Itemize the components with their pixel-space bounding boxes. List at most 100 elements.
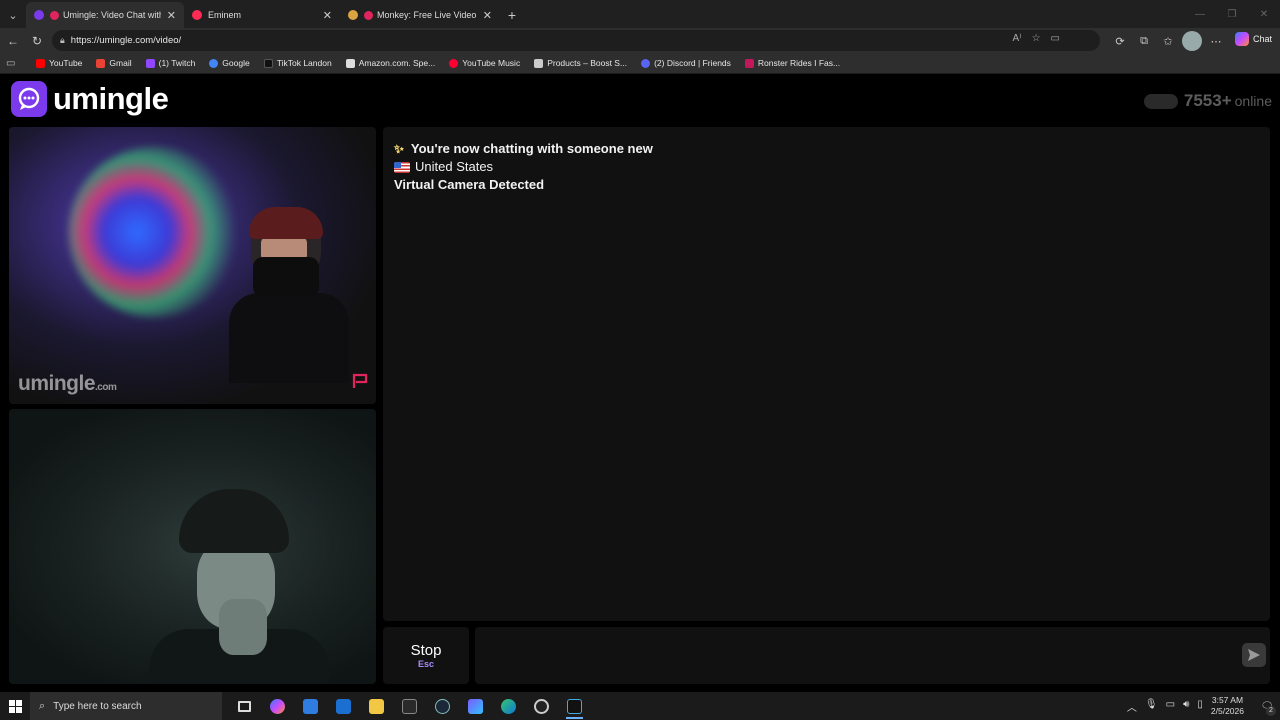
umingle-page: umingle 7553+ online umingle.com ✨︎ You'…	[0, 75, 1280, 687]
epic-games-icon	[402, 698, 417, 714]
tab-strip: ⌄ Umingle: Video Chat with Stra ✕ Eminem…	[0, 0, 1280, 28]
message-input[interactable]	[475, 627, 1270, 684]
maximize-icon[interactable]: ❐	[1216, 0, 1248, 28]
report-flag-icon[interactable]	[352, 373, 370, 394]
bookmark-label: Gmail	[109, 58, 132, 68]
chat-message: Virtual Camera Detected	[394, 177, 545, 192]
stop-button[interactable]: Stop Esc	[383, 627, 469, 684]
recording-indicator-icon	[364, 10, 373, 20]
battery-icon[interactable]: ▯	[1197, 699, 1203, 714]
refresh-button[interactable]: ↻	[26, 30, 48, 52]
copilot-icon	[1234, 32, 1249, 46]
taskbar-clock[interactable]: 3:57 AM 2/5/2026	[1211, 695, 1244, 717]
bookmark-google[interactable]: Google	[209, 58, 250, 68]
self-video	[9, 409, 376, 684]
tab-eminem[interactable]: Eminem ✕	[184, 2, 340, 28]
bookmark-youtube-music[interactable]: YouTube Music	[449, 58, 520, 68]
bookmark-label: TikTok Landon	[276, 58, 332, 68]
amazon-icon	[345, 58, 355, 68]
address-bar-row: ← ↻ 🔒︎ https://umingle.com/video/ A⁾ ☆ ▭…	[0, 28, 1280, 53]
store-app[interactable]	[294, 692, 327, 720]
back-button[interactable]: ←	[2, 30, 24, 52]
discord-icon	[641, 58, 651, 68]
bookmark-twitch[interactable]: (1) Twitch	[145, 58, 196, 68]
windows-taskbar: ⌕ Type here to search ︿ 🎙︎ ▭ 🔊︎ ▯ 3:57 A…	[0, 692, 1280, 720]
url-field[interactable]: 🔒︎ https://umingle.com/video/	[52, 30, 1100, 51]
umingle-favicon-icon	[34, 10, 44, 20]
brand-logo-link[interactable]: umingle	[11, 81, 169, 117]
close-tab-icon[interactable]: ✕	[323, 9, 332, 22]
microphone-icon[interactable]: 🎙︎	[1145, 699, 1158, 714]
close-tab-icon[interactable]: ✕	[483, 9, 492, 22]
favorite-star-icon[interactable]: ☆	[1032, 33, 1041, 44]
bookmark-tiktok[interactable]: TikTok Landon	[263, 58, 332, 68]
extensions-icon[interactable]: ⧉	[1134, 31, 1154, 51]
copilot-chat-button[interactable]: Chat	[1234, 32, 1272, 46]
twitch-icon	[145, 58, 155, 68]
profile-avatar[interactable]	[1182, 31, 1202, 51]
bookmark-label: Amazon.com. Spe...	[358, 58, 436, 68]
active-app[interactable]	[558, 692, 591, 720]
clock-time: 3:57 AM	[1211, 695, 1244, 705]
copilot-app[interactable]	[261, 692, 294, 720]
outlook-app[interactable]	[327, 692, 360, 720]
clock-date: 2/5/2026	[1210, 706, 1244, 716]
bookmark-label: Ronster Rides I Fas...	[757, 58, 841, 68]
refresh-page-icon[interactable]: ⟳	[1110, 31, 1130, 51]
stranger-video: umingle.com	[9, 127, 376, 404]
tab-title: Monkey: Free Live Video Chat	[377, 10, 477, 20]
steam-app[interactable]	[426, 692, 459, 720]
chat-message: United States	[394, 158, 1259, 176]
chat-bubble-icon	[11, 81, 47, 117]
bookmark-ronster[interactable]: Ronster Rides I Fas...	[744, 58, 841, 68]
online-counter: 7553+ online	[1143, 91, 1272, 111]
new-tab-button[interactable]: +	[500, 2, 524, 28]
bookmark-gmail[interactable]: Gmail	[96, 58, 132, 68]
camera-permission-icon[interactable]: ▭	[1051, 33, 1060, 44]
windows-logo-icon	[8, 699, 22, 713]
more-menu-icon[interactable]: ⋯	[1206, 31, 1226, 51]
close-tab-icon[interactable]: ✕	[167, 9, 176, 22]
bookmark-amazon[interactable]: Amazon.com. Spe...	[345, 58, 436, 68]
tab-actions-menu[interactable]: ⌄	[0, 2, 26, 28]
epic-games-app[interactable]	[393, 692, 426, 720]
youtube-icon	[36, 58, 45, 68]
volume-icon[interactable]: 🔊︎	[1183, 699, 1189, 714]
edge-app[interactable]	[492, 692, 525, 720]
file-explorer-app[interactable]	[360, 692, 393, 720]
youtube-music-favicon-icon	[192, 10, 202, 20]
tab-monkey[interactable]: Monkey: Free Live Video Chat ✕	[340, 2, 500, 28]
favorites-icon[interactable]: ✩	[1158, 31, 1178, 51]
m365-icon	[468, 698, 483, 714]
url-actions: A⁾ ☆ ▭	[1012, 33, 1060, 44]
start-button[interactable]	[0, 692, 30, 720]
bookmark-label: (1) Twitch	[158, 58, 196, 68]
microsoft-365-app[interactable]	[459, 692, 492, 720]
send-button[interactable]	[1242, 643, 1266, 667]
minimize-icon[interactable]: —	[1184, 0, 1216, 28]
read-aloud-icon[interactable]: A⁾	[1012, 33, 1021, 44]
chevron-up-icon[interactable]: ︿	[1127, 699, 1137, 714]
taskbar-search[interactable]: ⌕ Type here to search	[30, 692, 222, 720]
bookmark-youtube[interactable]: YouTube	[36, 58, 82, 68]
network-icon[interactable]: ▭	[1166, 699, 1175, 714]
close-window-icon[interactable]: ✕	[1248, 0, 1280, 28]
sidebar-toggle-icon[interactable]: ▭	[6, 58, 20, 69]
bookmark-label: YouTube	[49, 58, 83, 68]
recording-app[interactable]	[525, 692, 558, 720]
bookmark-label: (2) Discord | Friends	[654, 58, 731, 68]
bookmarks-bar: ▭ YouTube Gmail (1) Twitch Google TikTok…	[0, 53, 1280, 74]
bookmark-discord[interactable]: (2) Discord | Friends	[641, 58, 731, 68]
task-view-button[interactable]	[228, 692, 261, 720]
bookmark-products[interactable]: Products – Boost S...	[534, 58, 627, 68]
online-count: 7553+	[1183, 91, 1232, 110]
online-toggle[interactable]	[1143, 93, 1178, 109]
stranger-person	[229, 207, 349, 383]
notification-center-button[interactable]: 🗨︎ 2	[1254, 692, 1280, 720]
url-text: https://umingle.com/video/	[70, 35, 182, 46]
ronster-icon	[744, 58, 754, 68]
bookmark-label: Products – Boost S...	[547, 58, 628, 68]
bookmark-label: YouTube Music	[462, 58, 521, 68]
tab-umingle[interactable]: Umingle: Video Chat with Stra ✕	[26, 2, 184, 28]
gmail-icon	[96, 58, 106, 68]
